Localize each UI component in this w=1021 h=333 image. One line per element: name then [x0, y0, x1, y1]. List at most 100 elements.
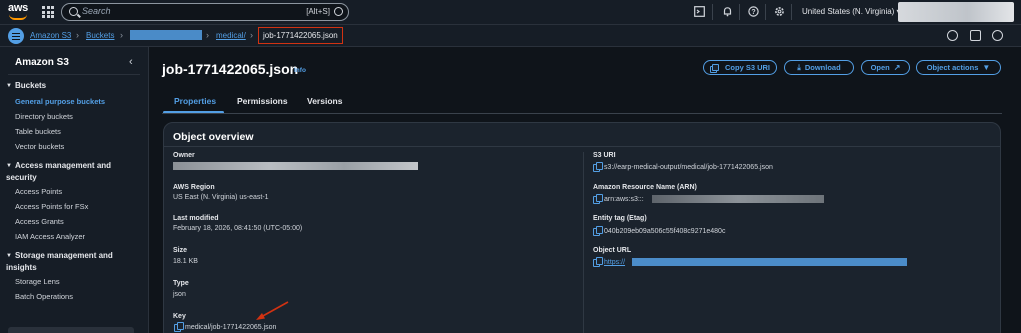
caret-down-icon: ▼	[6, 83, 12, 89]
top-navigation: aws Search [Alt+S] ? United States (N. V…	[0, 0, 1021, 25]
sidebar-item-access-points-fsx[interactable]: Access Points for FSx	[15, 202, 88, 211]
chevron-right-icon: ›	[206, 30, 209, 40]
owner-value-redacted	[173, 162, 418, 170]
aws-region-value: US East (N. Virginia) us-east-1	[173, 194, 269, 201]
clock-icon[interactable]	[992, 30, 1003, 41]
object-url-redacted[interactable]	[632, 258, 907, 266]
sidebar: Amazon S3 ‹ ▼ Buckets General purpose buc…	[0, 47, 149, 333]
copy-icon[interactable]	[593, 194, 603, 204]
sidebar-item-access-grants[interactable]: Access Grants	[15, 217, 64, 226]
sidebar-item-directory-buckets[interactable]: Directory buckets	[15, 112, 73, 121]
object-url-link[interactable]: https://	[604, 259, 625, 266]
arn-value-redacted	[652, 195, 824, 203]
chevron-right-icon: ›	[250, 30, 253, 40]
panel-divider	[163, 146, 1001, 147]
aws-region-label: AWS Region	[173, 184, 215, 191]
etag-text: 040b209eb09a506c55f408c9271e480c	[604, 228, 726, 235]
last-modified-label: Last modified	[173, 215, 219, 222]
sidebar-item-access-points[interactable]: Access Points	[15, 187, 62, 196]
copy-s3-uri-button[interactable]: Copy S3 URI	[703, 60, 777, 75]
apps-grid-icon[interactable]	[42, 6, 54, 18]
breadcrumb-bucket-name-redacted[interactable]	[130, 30, 202, 40]
search-box[interactable]: Search [Alt+S]	[61, 3, 349, 21]
sidebar-item-storage-lens[interactable]: Storage Lens	[15, 277, 60, 286]
copy-icon	[709, 63, 720, 73]
sidebar-item-vector-buckets[interactable]: Vector buckets	[15, 142, 64, 151]
search-clear-icon[interactable]	[334, 7, 343, 16]
arn-label: Amazon Resource Name (ARN)	[593, 184, 697, 191]
chevron-right-icon: ›	[120, 30, 123, 40]
copy-icon[interactable]	[174, 322, 184, 332]
open-button[interactable]: Open ↗	[861, 60, 910, 75]
tab-permissions[interactable]: Permissions	[237, 96, 288, 106]
sidebar-item-batch-operations[interactable]: Batch Operations	[15, 292, 73, 301]
sidebar-section-access-management[interactable]: ▼ Access management and security	[6, 160, 134, 183]
region-selector[interactable]: United States (N. Virginia) ▾	[802, 7, 901, 16]
copy-icon[interactable]	[593, 226, 603, 236]
owner-label: Owner	[173, 152, 195, 159]
column-divider	[583, 152, 584, 333]
s3-uri-value: s3://earp-medical-output/medical/job-177…	[593, 162, 773, 172]
key-value: medical/job-1771422065.json	[174, 322, 277, 332]
search-input[interactable]: Search	[82, 6, 111, 16]
sidebar-section-storage-management[interactable]: ▼ Storage management and insights	[6, 250, 134, 273]
key-label: Key	[173, 313, 186, 320]
arn-value: arn:aws:s3:::	[593, 194, 644, 204]
size-label: Size	[173, 247, 188, 254]
breadcrumb-current-object: job-1771422065.json	[258, 27, 343, 44]
object-url-value: https://	[593, 257, 625, 267]
object-actions-button[interactable]: Object actions ▼	[916, 60, 1001, 75]
size-value: 18.1 KB	[173, 258, 198, 265]
etag-value: 040b209eb09a506c55f408c9271e480c	[593, 226, 726, 236]
search-icon	[69, 7, 78, 16]
s3-uri-text: s3://earp-medical-output/medical/job-177…	[604, 164, 773, 171]
help-icon[interactable]: ?	[747, 6, 759, 18]
object-overview-title: Object overview	[173, 131, 254, 143]
cloudshell-icon[interactable]	[693, 6, 705, 18]
svg-text:?: ?	[751, 9, 755, 16]
tab-properties[interactable]: Properties	[174, 96, 216, 106]
account-menu[interactable]	[898, 2, 1014, 22]
settings-gear-icon[interactable]	[773, 6, 785, 18]
sidebar-item-iam-access-analyzer[interactable]: IAM Access Analyzer	[15, 232, 85, 241]
caret-down-icon: ▼	[6, 163, 12, 169]
tabs-divider	[162, 113, 1002, 114]
breadcrumb-bar: Amazon S3 › Buckets › › medical/ › job-1…	[0, 25, 1021, 47]
sidebar-item-table-buckets[interactable]: Table buckets	[15, 127, 61, 136]
page-title: job-1771422065.json	[162, 61, 299, 77]
key-text: medical/job-1771422065.json	[185, 324, 277, 331]
breadcrumb-amazon-s3[interactable]: Amazon S3	[30, 31, 71, 40]
tab-versions[interactable]: Versions	[307, 96, 342, 106]
panel-toggle-icon[interactable]	[970, 30, 981, 41]
etag-label: Entity tag (Etag)	[593, 215, 647, 222]
breadcrumb-medical-folder[interactable]: medical/	[216, 31, 246, 40]
aws-logo-text: aws	[8, 2, 28, 14]
copy-icon[interactable]	[593, 257, 603, 267]
sidebar-footer-block	[8, 327, 134, 333]
annotation-arrow-icon	[256, 301, 289, 320]
hamburger-menu-icon[interactable]	[8, 28, 24, 44]
download-button[interactable]: ⤓ Download	[784, 60, 854, 75]
info-link[interactable]: Info	[294, 67, 306, 74]
download-icon: ⤓	[797, 62, 801, 72]
sidebar-title: Amazon S3	[15, 57, 69, 68]
collapse-sidebar-icon[interactable]: ‹	[129, 56, 133, 68]
aws-logo[interactable]: aws	[8, 3, 30, 21]
search-shortcut: [Alt+S]	[306, 7, 330, 16]
caret-down-icon: ▼	[6, 253, 12, 259]
sidebar-item-general-purpose-buckets[interactable]: General purpose buckets	[15, 97, 105, 106]
info-circle-icon[interactable]	[947, 30, 958, 41]
object-url-label: Object URL	[593, 247, 632, 254]
copy-icon[interactable]	[593, 162, 603, 172]
chevron-right-icon: ›	[76, 30, 79, 40]
external-link-icon: ↗	[893, 63, 901, 72]
s3-uri-label: S3 URI	[593, 152, 616, 159]
last-modified-value: February 18, 2026, 08:41:50 (UTC-05:00)	[173, 225, 303, 232]
sidebar-section-buckets[interactable]: ▼ Buckets	[6, 80, 134, 92]
notifications-bell-icon[interactable]	[721, 6, 733, 18]
arn-text: arn:aws:s3:::	[604, 196, 644, 203]
breadcrumb-buckets[interactable]: Buckets	[86, 31, 114, 40]
type-label: Type	[173, 280, 189, 287]
type-value: json	[173, 291, 186, 298]
caret-down-icon: ▼	[982, 63, 991, 72]
